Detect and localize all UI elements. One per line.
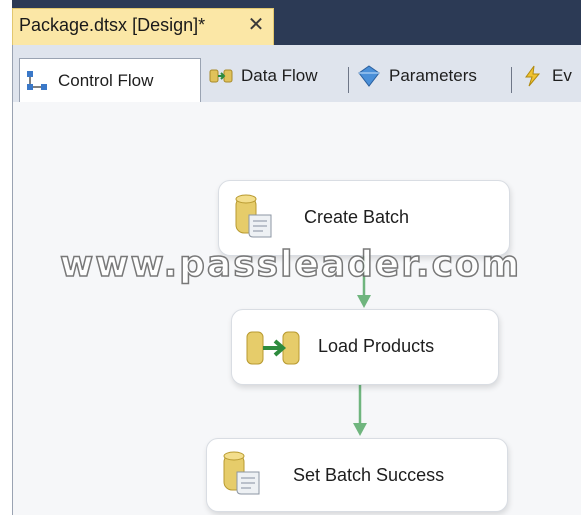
tab-parameters[interactable]: Parameters	[351, 60, 477, 92]
close-icon[interactable]: ✕	[245, 14, 267, 36]
tab-parameters-label: Parameters	[389, 66, 477, 85]
data-flow-icon	[209, 65, 233, 87]
task-label: Set Batch Success	[293, 465, 445, 485]
task-label: Create Batch	[304, 207, 410, 227]
document-tab-package[interactable]: Package.dtsx [Design]* ✕	[12, 8, 274, 45]
task-set-batch-success[interactable]: Set Batch Success	[206, 438, 508, 512]
arrow-head	[353, 423, 367, 436]
tab-event-handlers[interactable]: Ev	[514, 60, 572, 92]
watermark: www.passleader.com	[59, 243, 522, 286]
tab-control-flow-label: Control Flow	[58, 70, 154, 90]
tab-event-handlers-label: Ev	[552, 66, 572, 85]
control-flow-canvas[interactable]: Create Batch Load Products Set Batch Suc…	[12, 102, 581, 515]
document-tab-title: Package.dtsx [Design]*	[19, 15, 206, 35]
execute-sql-task-icon	[221, 450, 265, 503]
task-label: Load Products	[318, 336, 435, 356]
document-tab-strip: Package.dtsx [Design]* ✕	[0, 0, 581, 45]
designer-tab-bar: Control Flow Data Flow Parameters Ev	[12, 45, 581, 102]
tab-control-flow[interactable]: Control Flow	[19, 58, 201, 102]
event-handlers-icon	[520, 65, 544, 87]
execute-sql-task-icon	[233, 193, 277, 246]
arrow-head	[357, 295, 371, 308]
tab-separator	[511, 67, 512, 93]
task-load-products[interactable]: Load Products	[231, 309, 499, 385]
parameters-icon	[357, 65, 381, 87]
data-flow-task-icon	[246, 330, 300, 371]
control-flow-icon	[26, 70, 50, 92]
tab-data-flow-label: Data Flow	[241, 66, 318, 85]
tab-separator	[348, 67, 349, 93]
tab-data-flow[interactable]: Data Flow	[203, 60, 318, 92]
